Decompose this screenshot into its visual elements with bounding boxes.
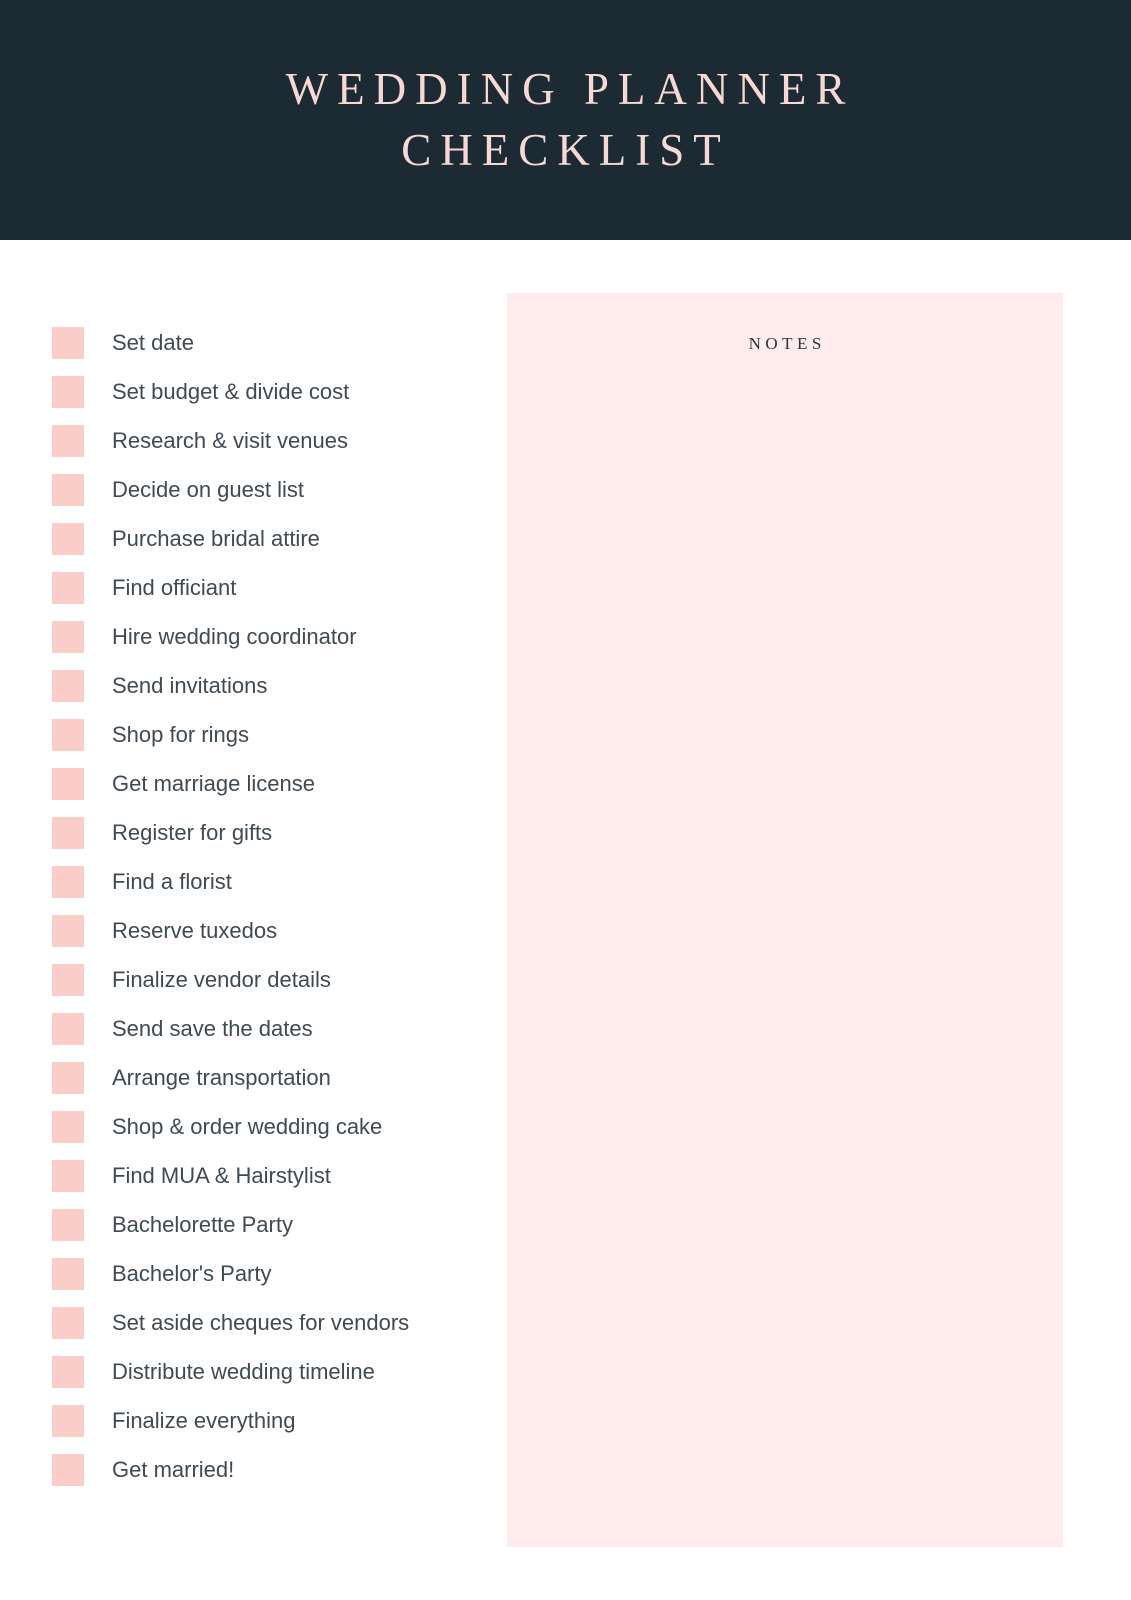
checkbox-icon[interactable] [52, 326, 84, 359]
header-banner: WEDDING PLANNER CHECKLIST [0, 0, 1131, 240]
notes-panel: NOTES [507, 293, 1063, 1547]
checkbox-icon[interactable] [52, 1404, 84, 1437]
checklist-item-label: Research & visit venues [112, 427, 348, 453]
checklist-item-label: Find officiant [112, 574, 237, 600]
checklist-item-label: Shop & order wedding cake [112, 1113, 383, 1139]
checklist-item[interactable]: Register for gifts [52, 808, 482, 857]
checklist-item[interactable]: Set budget & divide cost [52, 367, 482, 416]
checklist-item[interactable]: Get married! [52, 1445, 482, 1494]
checklist-item-label: Decide on guest list [112, 476, 304, 502]
checklist-item[interactable]: Reserve tuxedos [52, 906, 482, 955]
checkbox-icon[interactable] [52, 473, 84, 506]
checklist-item[interactable]: Find officiant [52, 563, 482, 612]
checkbox-icon[interactable] [52, 1355, 84, 1388]
checklist-item-label: Get married! [112, 1456, 235, 1482]
checklist-item-label: Shop for rings [112, 721, 249, 747]
checklist-item-label: Get marriage license [112, 770, 315, 796]
checklist-item-label: Hire wedding coordinator [112, 623, 357, 649]
checklist-item-label: Bachelorette Party [112, 1211, 293, 1237]
checklist-item[interactable]: Finalize everything [52, 1396, 482, 1445]
checklist-item[interactable]: Bachelor's Party [52, 1249, 482, 1298]
checkbox-icon[interactable] [52, 914, 84, 947]
checklist-item[interactable]: Find MUA & Hairstylist [52, 1151, 482, 1200]
checklist-item[interactable]: Bachelorette Party [52, 1200, 482, 1249]
checkbox-icon[interactable] [52, 522, 84, 555]
checklist-item[interactable]: Purchase bridal attire [52, 514, 482, 563]
checklist-item[interactable]: Finalize vendor details [52, 955, 482, 1004]
checklist-item[interactable]: Hire wedding coordinator [52, 612, 482, 661]
checkbox-icon[interactable] [52, 375, 84, 408]
checklist-item-label: Set aside cheques for vendors [112, 1309, 410, 1335]
checklist-item-label: Reserve tuxedos [112, 917, 278, 943]
checklist-item[interactable]: Decide on guest list [52, 465, 482, 514]
notes-writing-area[interactable] [507, 383, 1063, 1547]
page-title: WEDDING PLANNER CHECKLIST [285, 64, 855, 175]
checklist-item[interactable]: Shop for rings [52, 710, 482, 759]
checklist-item-label: Send save the dates [112, 1015, 313, 1041]
checklist-item-label: Set date [112, 329, 194, 355]
checklist: Set date Set budget & divide cost Research… [52, 318, 482, 1494]
checklist-item[interactable]: Get marriage license [52, 759, 482, 808]
checkbox-icon[interactable] [52, 1306, 84, 1339]
wedding-planner-checklist-page: WEDDING PLANNER CHECKLIST Set date Set bu… [0, 0, 1131, 1600]
checklist-item-label: Find a florist [112, 868, 232, 894]
checklist-item[interactable]: Distribute wedding timeline [52, 1347, 482, 1396]
checkbox-icon[interactable] [52, 620, 84, 653]
checklist-item[interactable]: Arrange transportation [52, 1053, 482, 1102]
checkbox-icon[interactable] [52, 669, 84, 702]
checklist-item[interactable]: Shop & order wedding cake [52, 1102, 482, 1151]
checklist-item-label: Purchase bridal attire [112, 525, 320, 551]
checklist-item[interactable]: Send invitations [52, 661, 482, 710]
checklist-item-label: Finalize vendor details [112, 966, 331, 992]
checkbox-icon[interactable] [52, 1110, 84, 1143]
checklist-item[interactable]: Send save the dates [52, 1004, 482, 1053]
checkbox-icon[interactable] [52, 816, 84, 849]
checkbox-icon[interactable] [52, 571, 84, 604]
checklist-item-label: Send invitations [112, 672, 268, 698]
checklist-item[interactable]: Find a florist [52, 857, 482, 906]
checkbox-icon[interactable] [52, 963, 84, 996]
checklist-item-label: Bachelor's Party [112, 1260, 272, 1286]
checkbox-icon[interactable] [52, 1012, 84, 1045]
notes-title: NOTES [748, 334, 826, 353]
checkbox-icon[interactable] [52, 1208, 84, 1241]
checklist-item-label: Register for gifts [112, 819, 273, 845]
checkbox-icon[interactable] [52, 718, 84, 751]
checkbox-icon[interactable] [52, 865, 84, 898]
checklist-item[interactable]: Research & visit venues [52, 416, 482, 465]
checkbox-icon[interactable] [52, 1159, 84, 1192]
checklist-item-label: Arrange transportation [112, 1064, 331, 1090]
checklist-item[interactable]: Set date [52, 318, 482, 367]
checkbox-icon[interactable] [52, 424, 84, 457]
checklist-item[interactable]: Set aside cheques for vendors [52, 1298, 482, 1347]
checklist-item-label: Finalize everything [112, 1407, 296, 1433]
checklist-item-label: Find MUA & Hairstylist [112, 1162, 331, 1188]
checkbox-icon[interactable] [52, 1061, 84, 1094]
content-area: Set date Set budget & divide cost Research… [0, 240, 1131, 1600]
checkbox-icon[interactable] [52, 767, 84, 800]
checklist-item-label: Set budget & divide cost [112, 378, 350, 404]
checkbox-icon[interactable] [52, 1453, 84, 1486]
checklist-item-label: Distribute wedding timeline [112, 1358, 375, 1384]
checkbox-icon[interactable] [52, 1257, 84, 1290]
